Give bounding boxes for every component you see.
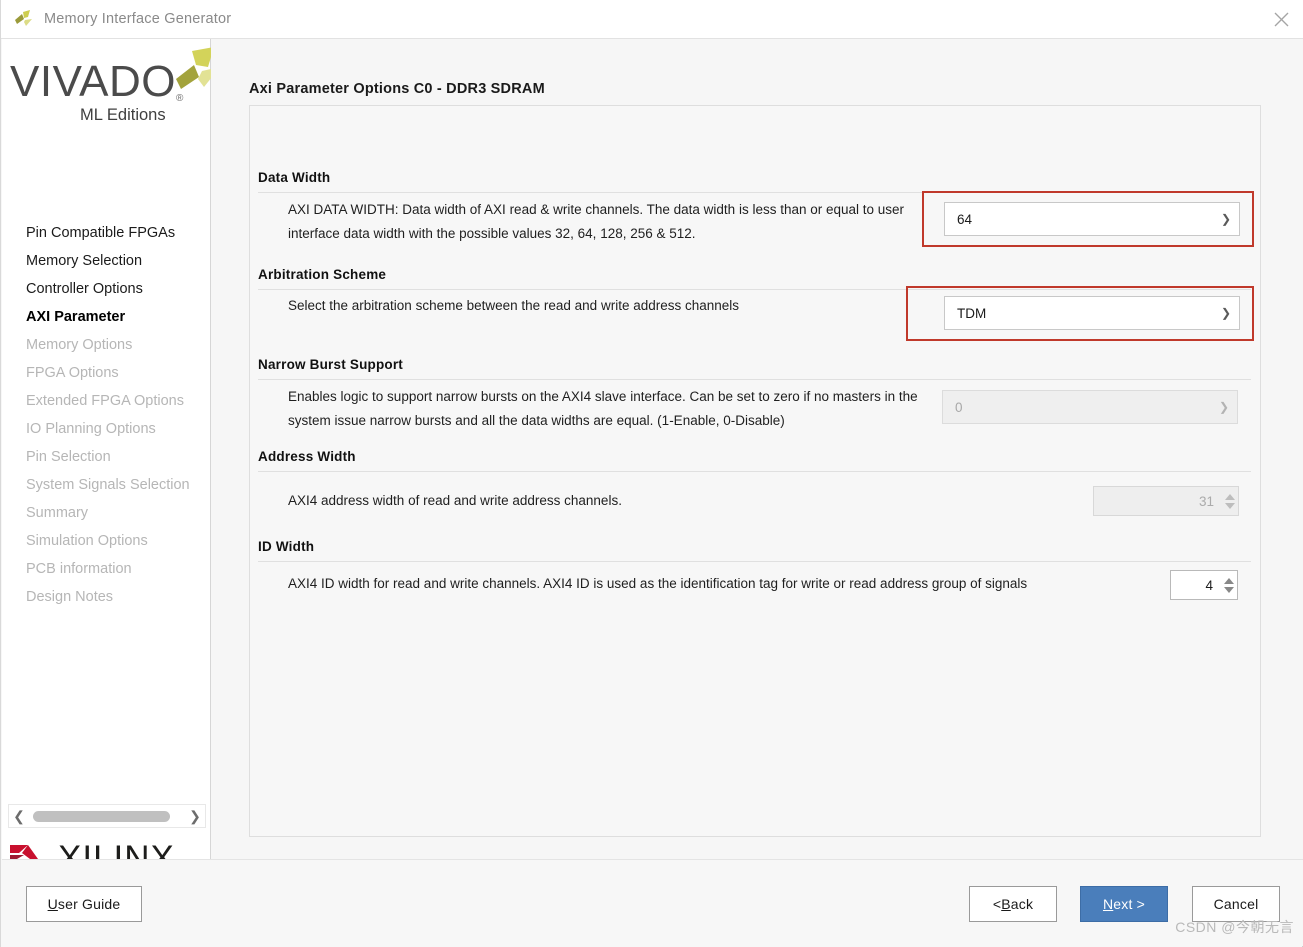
sidebar-item-fpga-options[interactable]: FPGA Options (2, 359, 211, 387)
sidebar-item-system-signals-selection[interactable]: System Signals Selection (2, 471, 211, 499)
section-heading-narrow-burst-support: Narrow Burst Support (258, 357, 404, 372)
sidebar-item-memory-selection[interactable]: Memory Selection (2, 247, 211, 275)
wizard-steps-nav: Pin Compatible FPGAs Memory Selection Co… (2, 219, 211, 611)
sidebar-item-memory-options[interactable]: Memory Options (2, 331, 211, 359)
description-data-width: AXI DATA WIDTH: Data width of AXI read &… (288, 202, 905, 241)
user-guide-button[interactable]: User Guide (26, 886, 142, 922)
spinner-down-icon[interactable] (1223, 586, 1234, 593)
next-button[interactable]: Next > (1080, 886, 1168, 922)
axi-parameter-options-panel: Data Width AXI DATA WIDTH: Data width of… (249, 105, 1261, 837)
back-prefix: < (992, 896, 1002, 912)
sidebar-item-label: Extended FPGA Options (26, 393, 184, 409)
vivado-logo-icon (12, 7, 36, 31)
sidebar-item-pin-selection[interactable]: Pin Selection (2, 443, 211, 471)
section-divider (258, 471, 1251, 472)
sidebar-item-io-planning-options[interactable]: IO Planning Options (2, 415, 211, 443)
spinner-up-icon[interactable] (1224, 493, 1235, 500)
user-guide-label: ser Guide (57, 896, 121, 912)
sidebar-item-label: Pin Selection (26, 449, 111, 465)
watermark: CSDN @今朝无言 (1175, 919, 1294, 935)
chevron-down-icon: ❯ (1220, 306, 1231, 320)
sidebar-item-label: Memory Options (26, 337, 133, 353)
window-titlebar: Memory Interface Generator (1, 0, 1303, 39)
wizard-sidebar: VIVADO ® ML Editions Pin Compatible FPGA… (2, 39, 220, 878)
spinner-buttons[interactable] (1220, 571, 1237, 599)
sidebar-item-label: AXI Parameter (26, 309, 126, 325)
id-width-value: 4 (1205, 577, 1213, 593)
section-divider (258, 192, 1251, 193)
description-arbitration-scheme: Select the arbitration scheme between th… (288, 298, 740, 313)
user-guide-mnemonic: U (47, 896, 58, 912)
section-divider (258, 379, 1251, 380)
sidebar-item-label: Pin Compatible FPGAs (26, 225, 176, 241)
section-heading-arbitration-scheme: Arbitration Scheme (258, 267, 387, 282)
section-heading-data-width: Data Width (258, 170, 331, 185)
spinner-down-icon[interactable] (1224, 502, 1235, 509)
sidebar-item-simulation-options[interactable]: Simulation Options (2, 527, 211, 555)
sidebar-item-label: PCB information (26, 561, 132, 577)
chevron-left-icon[interactable]: ❮ (9, 809, 29, 823)
sidebar-horizontal-scrollbar[interactable]: ❮ ❯ (8, 804, 206, 828)
window-title: Memory Interface Generator (44, 11, 232, 27)
description-id-width: AXI4 ID width for read and write channel… (288, 576, 1028, 591)
sidebar-item-label: IO Planning Options (26, 421, 156, 437)
next-label: ext > (1113, 896, 1146, 912)
sidebar-item-label: Controller Options (26, 281, 143, 297)
scrollbar-thumb[interactable] (33, 810, 170, 822)
page-title: Axi Parameter Options C0 - DDR3 SDRAM (249, 81, 545, 97)
close-icon[interactable] (1258, 0, 1303, 38)
sidebar-item-controller-options[interactable]: Controller Options (2, 275, 211, 303)
next-mnemonic: N (1102, 896, 1114, 912)
back-button[interactable]: < Back (969, 886, 1057, 922)
description-narrow-burst-support: Enables logic to support narrow bursts o… (288, 389, 918, 428)
description-address-width: AXI4 address width of read and write add… (288, 493, 622, 508)
sidebar-item-label: System Signals Selection (26, 477, 190, 493)
scrollbar-track[interactable] (29, 805, 185, 827)
sidebar-item-label: Simulation Options (26, 533, 148, 549)
vivado-edition-label: ML Editions (80, 106, 166, 124)
section-heading-id-width: ID Width (258, 539, 315, 554)
cancel-label: Cancel (1213, 896, 1259, 912)
chevron-right-icon[interactable]: ❯ (185, 809, 205, 823)
wizard-content-area: Axi Parameter Options C0 - DDR3 SDRAM Da… (211, 39, 1303, 859)
address-width-value: 31 (1198, 493, 1214, 509)
sidebar-item-label: Design Notes (26, 589, 114, 605)
sidebar-item-label: Memory Selection (26, 253, 143, 269)
arbitration-scheme-combobox[interactable]: TDM ❯ (944, 296, 1240, 330)
spinner-up-icon[interactable] (1223, 577, 1234, 584)
address-width-spinner[interactable]: 31 (1093, 486, 1239, 516)
sidebar-item-label: FPGA Options (26, 365, 119, 381)
sidebar-item-pin-compatible-fpgas[interactable]: Pin Compatible FPGAs (2, 219, 211, 247)
mig-wizard-window: Memory Interface Generator VIVADO ® ML E… (0, 0, 1303, 947)
back-label: ack (1010, 896, 1034, 912)
sidebar-item-pcb-information[interactable]: PCB information (2, 555, 211, 583)
chevron-down-icon: ❯ (1220, 212, 1231, 226)
arbitration-scheme-value: TDM (957, 305, 987, 321)
narrow-burst-support-value: 0 (955, 399, 963, 415)
section-divider (258, 289, 1251, 290)
section-divider (258, 561, 1251, 562)
wizard-footer: User Guide < Back Next > Cancel (2, 859, 1303, 946)
back-mnemonic: B (1001, 896, 1011, 912)
sidebar-item-summary[interactable]: Summary (2, 499, 211, 527)
chevron-down-icon: ❯ (1218, 400, 1229, 414)
data-width-value: 64 (957, 211, 973, 227)
sidebar-item-extended-fpga-options[interactable]: Extended FPGA Options (2, 387, 211, 415)
vivado-brand-logo: VIVADO ® ML Editions (8, 47, 220, 131)
data-width-combobox[interactable]: 64 ❯ (944, 202, 1240, 236)
sidebar-item-axi-parameter[interactable]: AXI Parameter (2, 303, 211, 331)
id-width-spinner[interactable]: 4 (1170, 570, 1238, 600)
narrow-burst-support-combobox[interactable]: 0 ❯ (942, 390, 1238, 424)
sidebar-item-label: Summary (26, 505, 89, 521)
sidebar-item-design-notes[interactable]: Design Notes (2, 583, 211, 611)
section-heading-address-width: Address Width (258, 449, 356, 464)
spinner-buttons[interactable] (1221, 487, 1238, 515)
